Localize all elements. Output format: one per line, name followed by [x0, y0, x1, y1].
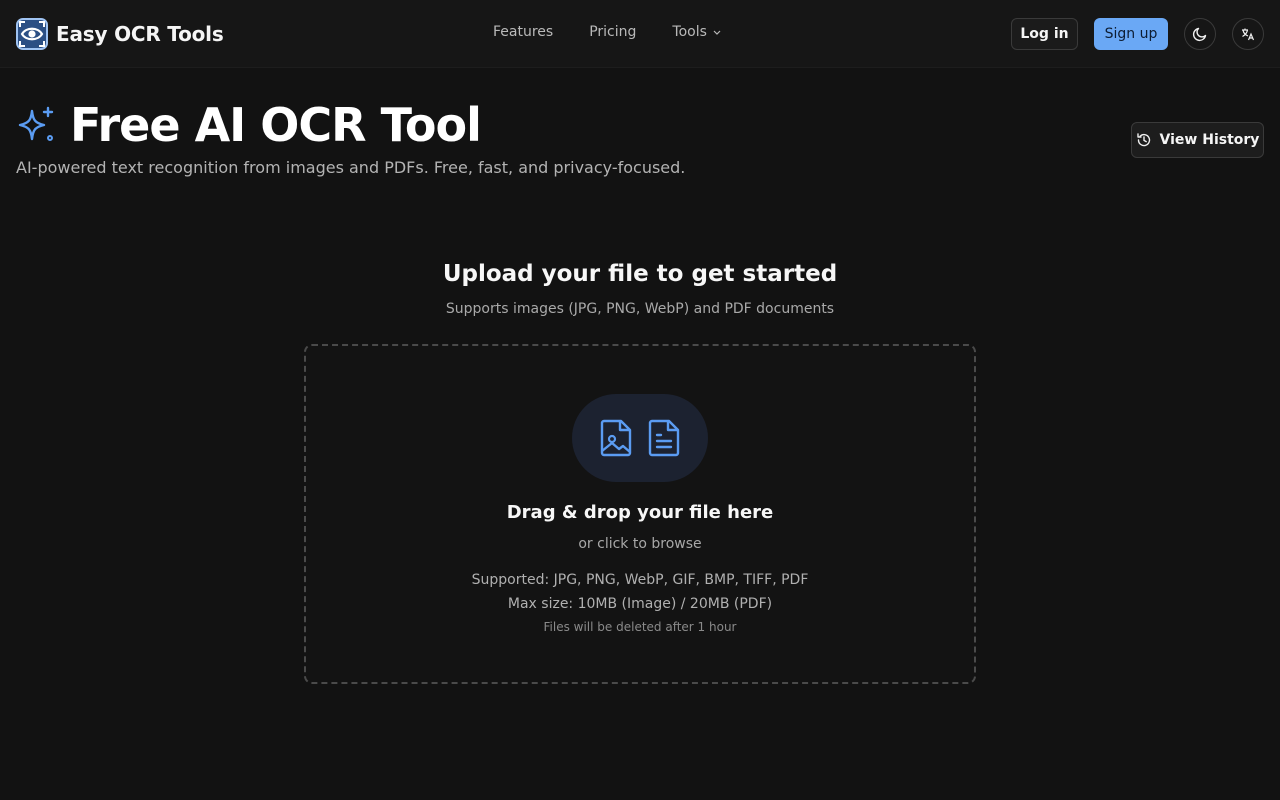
max-size-info: Max size: 10MB (Image) / 20MB (PDF) — [507, 596, 773, 612]
view-history-button[interactable]: View History — [1131, 122, 1264, 158]
hero-heading: Free AI OCR Tool — [16, 98, 482, 152]
page-title: Free AI OCR Tool — [70, 98, 482, 152]
document-file-icon — [648, 419, 680, 457]
language-button[interactable] — [1232, 18, 1264, 50]
login-button[interactable]: Log in — [1011, 18, 1078, 50]
translate-icon — [1242, 28, 1255, 41]
nav-tools-label: Tools — [672, 24, 707, 40]
image-file-icon — [600, 419, 632, 457]
theme-toggle-button[interactable] — [1184, 18, 1216, 50]
file-type-icons — [572, 394, 708, 482]
moon-icon — [1192, 27, 1207, 42]
dropzone-browse-text: or click to browse — [578, 536, 702, 552]
sparkle-icon — [18, 106, 54, 141]
page-subtitle: AI-powered text recognition from images … — [16, 158, 686, 177]
main-nav: Features Pricing Tools — [493, 24, 722, 40]
top-header: Easy OCR Tools Features Pricing Tools Lo… — [0, 0, 1280, 68]
history-icon — [1136, 133, 1150, 147]
nav-pricing[interactable]: Pricing — [589, 24, 636, 40]
view-history-label: View History — [1159, 132, 1260, 148]
brand-link[interactable]: Easy OCR Tools — [16, 17, 224, 51]
dropzone-title: Drag & drop your file here — [506, 502, 774, 523]
signup-button[interactable]: Sign up — [1094, 18, 1168, 50]
nav-features[interactable]: Features — [493, 24, 553, 40]
chevron-down-icon — [713, 30, 721, 35]
supported-formats: Supported: JPG, PNG, WebP, GIF, BMP, TIF… — [471, 572, 809, 588]
file-dropzone[interactable]: Drag & drop your file here or click to b… — [304, 344, 976, 684]
logo-icon — [16, 18, 48, 50]
upload-subtitle: Supports images (JPG, PNG, WebP) and PDF… — [445, 301, 835, 317]
brand-name: Easy OCR Tools — [56, 22, 224, 46]
upload-title: Upload your file to get started — [442, 261, 838, 287]
nav-tools[interactable]: Tools — [672, 24, 722, 40]
deletion-notice: Files will be deleted after 1 hour — [543, 620, 737, 634]
